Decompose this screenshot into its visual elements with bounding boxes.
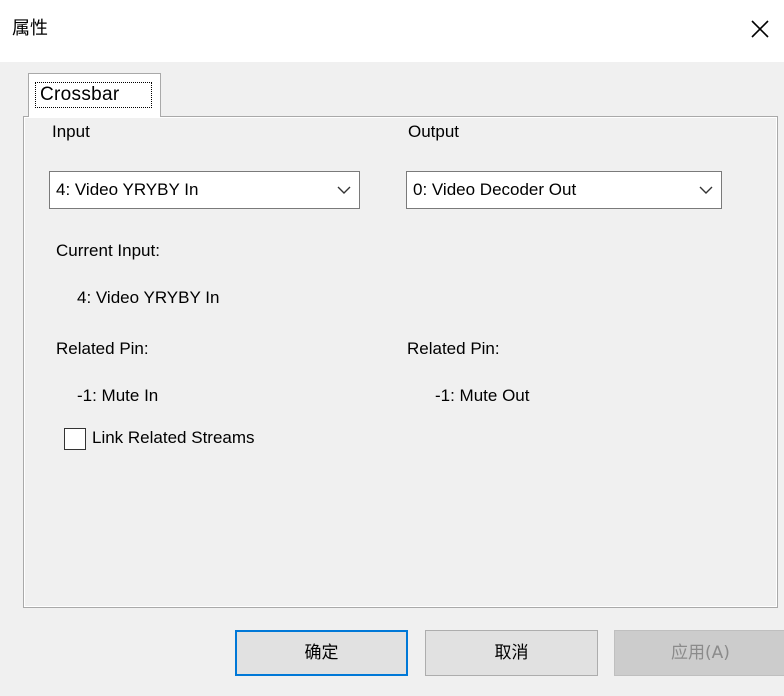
- ok-button[interactable]: 确定: [235, 630, 408, 676]
- tab-crossbar[interactable]: Crossbar: [28, 73, 161, 117]
- input-select[interactable]: 4: Video YRYBY In: [49, 171, 360, 209]
- chevron-down-icon: [699, 186, 713, 194]
- input-select-value: 4: Video YRYBY In: [56, 180, 199, 199]
- output-select-value: 0: Video Decoder Out: [413, 180, 577, 199]
- link-related-streams-label: Link Related Streams: [92, 428, 255, 447]
- input-related-pin-label: Related Pin:: [56, 339, 149, 358]
- output-related-pin-value: -1: Mute Out: [435, 386, 530, 405]
- window-title: 属性: [12, 18, 48, 39]
- title-bar: 属性: [0, 0, 784, 62]
- current-input-value: 4: Video YRYBY In: [77, 288, 220, 307]
- cancel-button[interactable]: 取消: [425, 630, 598, 676]
- input-group-legend: Input: [50, 121, 92, 143]
- close-button[interactable]: [736, 8, 784, 48]
- current-input-label: Current Input:: [56, 241, 160, 260]
- checkbox-box[interactable]: [64, 428, 86, 450]
- output-group-legend: Output: [406, 121, 462, 143]
- close-icon: [751, 20, 769, 38]
- output-select[interactable]: 0: Video Decoder Out: [406, 171, 722, 209]
- input-related-pin-value: -1: Mute In: [77, 386, 159, 405]
- tab-crossbar-label: Crossbar: [35, 82, 152, 108]
- chevron-down-icon: [337, 186, 351, 194]
- output-related-pin-label: Related Pin:: [407, 339, 500, 358]
- apply-button[interactable]: 应用(A): [614, 630, 784, 676]
